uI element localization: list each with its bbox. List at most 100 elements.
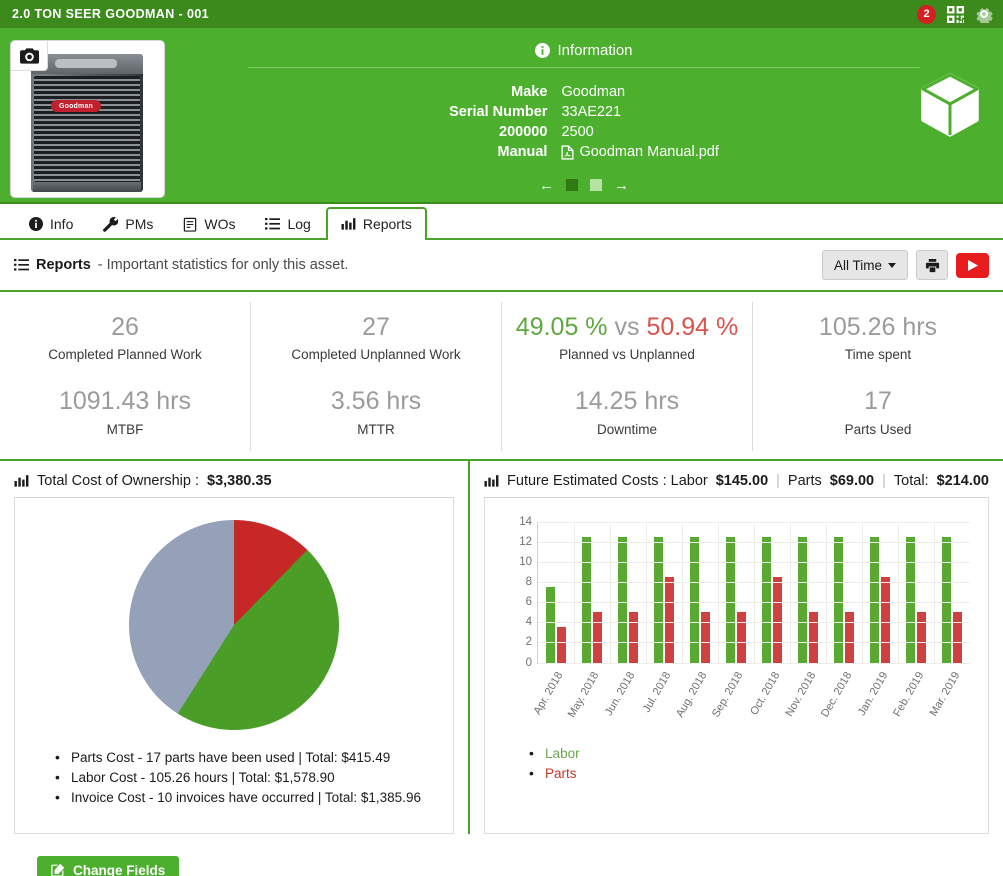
bar-labor[interactable] xyxy=(762,537,771,663)
info-circle-icon xyxy=(29,217,43,231)
tab-reports-label: Reports xyxy=(363,216,412,232)
bar-group[interactable] xyxy=(610,522,646,663)
gridline-v xyxy=(682,522,683,663)
cost-breakdown-pie-chart[interactable] xyxy=(129,520,339,730)
titlebar-actions: 2 xyxy=(917,5,993,24)
bar-labor[interactable] xyxy=(942,537,951,663)
print-button[interactable] xyxy=(916,250,948,280)
video-help-button[interactable] xyxy=(956,253,989,278)
bar-group[interactable] xyxy=(754,522,790,663)
bar-group[interactable] xyxy=(718,522,754,663)
bar-group[interactable] xyxy=(898,522,934,663)
total-cost-value: $3,380.35 xyxy=(207,473,272,489)
bar-labor[interactable] xyxy=(870,537,879,663)
statistics-row-1: 26 Completed Planned Work 27 Completed U… xyxy=(0,302,1003,376)
bar-parts[interactable] xyxy=(845,612,854,662)
bar-parts[interactable] xyxy=(773,577,782,663)
future-costs-bar-chart[interactable]: 02468101214 Apr. 2018May. 2018Jun. 2018J… xyxy=(485,508,988,738)
x-axis-tick: May. 2018 xyxy=(573,668,609,728)
bar-parts[interactable] xyxy=(557,627,566,662)
qr-code-icon[interactable] xyxy=(947,6,964,23)
tab-reports[interactable]: Reports xyxy=(326,207,427,240)
bar-group[interactable] xyxy=(826,522,862,663)
bar-parts[interactable] xyxy=(629,612,638,662)
y-axis-tick: 0 xyxy=(526,657,532,669)
bar-parts[interactable] xyxy=(953,612,962,662)
stat-label: Planned vs Unplanned xyxy=(508,347,746,362)
bar-parts[interactable] xyxy=(701,612,710,662)
notification-badge[interactable]: 2 xyxy=(917,5,936,24)
list-item: Invoice Cost - 10 invoices have occurred… xyxy=(55,788,453,808)
bar-labor[interactable] xyxy=(582,537,591,663)
ac-grille xyxy=(34,76,140,182)
bar-labor[interactable] xyxy=(690,537,699,663)
asset-hero-panel: Goodman Information Make Good xyxy=(0,28,1003,204)
bar-group[interactable] xyxy=(574,522,610,663)
youtube-play-icon xyxy=(968,260,978,271)
asset-photo[interactable]: Goodman xyxy=(10,40,165,198)
bar-chart-x-axis-labels: Apr. 2018May. 2018Jun. 2018Jul. 2018Aug.… xyxy=(537,668,970,728)
x-axis-tick: Sep. 2018 xyxy=(717,668,753,728)
bar-group[interactable] xyxy=(682,522,718,663)
list-icon xyxy=(265,217,280,231)
stat-label: Completed Unplanned Work xyxy=(257,347,495,362)
tab-info-label: Info xyxy=(50,216,73,232)
tab-pms-label: PMs xyxy=(125,216,153,232)
pager-dot-2[interactable] xyxy=(590,179,602,191)
bar-parts[interactable] xyxy=(881,577,890,663)
statistics-grid: 26 Completed Planned Work 27 Completed U… xyxy=(0,292,1003,461)
bar-labor[interactable] xyxy=(654,537,663,663)
info-value-make: Goodman xyxy=(561,82,718,102)
window-titlebar: 2.0 TON SEER GOODMAN - 001 2 xyxy=(0,0,1003,28)
tab-wos[interactable]: WOs xyxy=(168,207,250,240)
page-title: 2.0 TON SEER GOODMAN - 001 xyxy=(12,7,917,21)
asset-tabs: Info PMs WOs Log xyxy=(0,204,1003,240)
bar-parts[interactable] xyxy=(917,612,926,662)
y-axis-tick: 10 xyxy=(519,556,532,568)
legend-item-labor[interactable]: Labor xyxy=(529,744,988,764)
change-fields-button[interactable]: Change Fields xyxy=(37,856,179,876)
bar-labor[interactable] xyxy=(906,537,915,663)
bar-group[interactable] xyxy=(934,522,970,663)
legend-item-parts[interactable]: Parts xyxy=(529,764,988,784)
asset-info-pager: ← → xyxy=(539,178,629,193)
tab-log-label: Log xyxy=(287,216,310,232)
time-filter-dropdown[interactable]: All Time xyxy=(822,250,908,280)
bar-labor[interactable] xyxy=(618,537,627,663)
info-label-serial: Serial Number xyxy=(449,102,561,122)
tab-pms[interactable]: PMs xyxy=(88,207,168,240)
bar-parts[interactable] xyxy=(665,577,674,663)
arrow-right-icon[interactable]: → xyxy=(614,178,629,193)
bar-labor[interactable] xyxy=(726,537,735,663)
bar-parts[interactable] xyxy=(737,612,746,662)
bar-group[interactable] xyxy=(862,522,898,663)
tab-log[interactable]: Log xyxy=(250,207,325,240)
x-axis-tick: Mar. 2019 xyxy=(934,668,970,728)
tab-info[interactable]: Info xyxy=(14,207,88,240)
future-costs-parts-label: Parts xyxy=(788,473,822,489)
future-costs-labor-value: $145.00 xyxy=(716,473,768,489)
bar-parts[interactable] xyxy=(809,612,818,662)
arrow-left-icon[interactable]: ← xyxy=(539,178,554,193)
bar-group[interactable] xyxy=(790,522,826,663)
bar-labor[interactable] xyxy=(546,587,555,663)
bar-group[interactable] xyxy=(646,522,682,663)
bar-labor[interactable] xyxy=(798,537,807,663)
gear-icon[interactable] xyxy=(975,5,993,23)
x-axis-tick: Aug. 2018 xyxy=(681,668,717,728)
camera-icon[interactable] xyxy=(11,41,48,71)
bar-labor[interactable] xyxy=(834,537,843,663)
3d-cube-icon[interactable] xyxy=(919,72,981,138)
bar-parts[interactable] xyxy=(593,612,602,662)
gridline-v xyxy=(754,522,755,663)
bar-group[interactable] xyxy=(538,522,574,663)
bar-chart-icon xyxy=(341,217,356,231)
manual-pdf-filename: Goodman Manual.pdf xyxy=(579,144,718,160)
manual-pdf-link[interactable]: Goodman Manual.pdf xyxy=(561,144,718,160)
pager-dot-1[interactable] xyxy=(566,179,578,191)
change-fields-label: Change Fields xyxy=(73,863,165,876)
stat-value: 14.25 hrs xyxy=(508,386,746,417)
information-heading-label: Information xyxy=(557,42,632,59)
info-label-custom: 200000 xyxy=(449,122,561,142)
info-label-make: Make xyxy=(449,82,561,102)
